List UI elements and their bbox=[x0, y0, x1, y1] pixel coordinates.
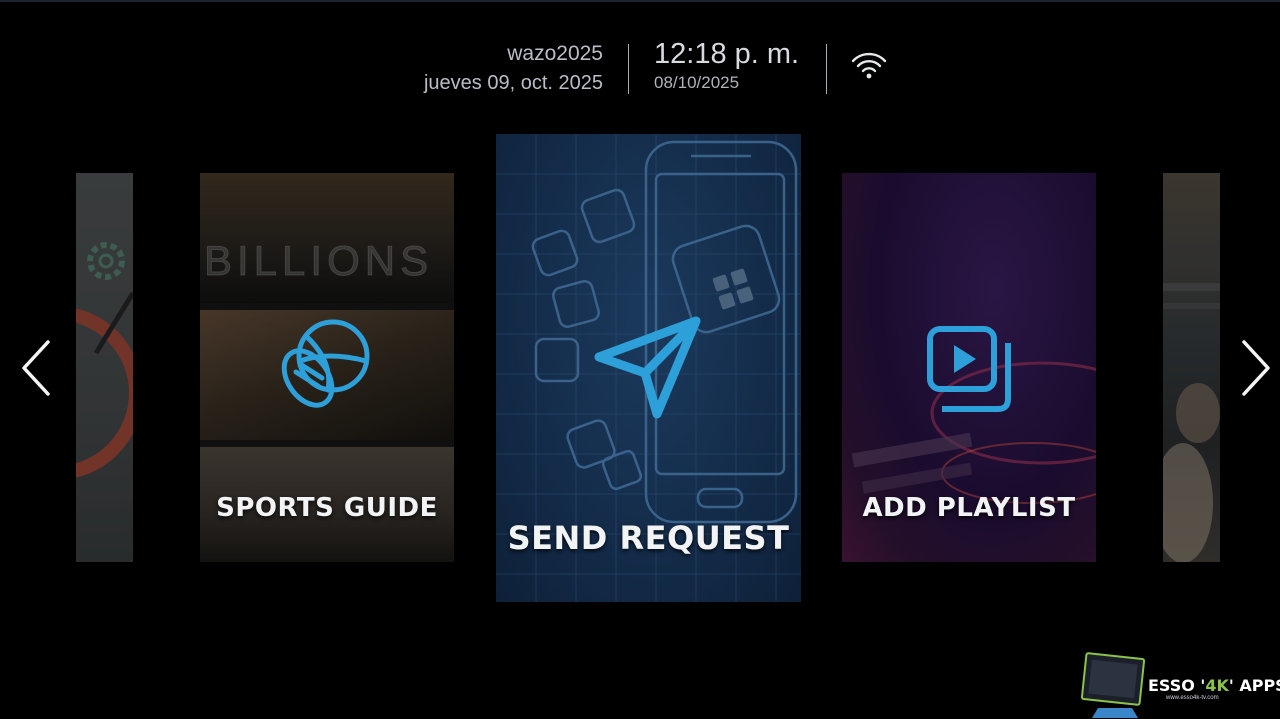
chevron-left-icon[interactable] bbox=[18, 338, 54, 398]
user-info: wazo2025 jueves 09, oct. 2025 bbox=[424, 40, 603, 98]
top-border bbox=[0, 0, 1280, 2]
brand-url: www.esso4k-tv.com bbox=[1166, 695, 1219, 701]
date-long: jueves 09, oct. 2025 bbox=[423, 72, 603, 94]
card-label: SEND REQUEST bbox=[507, 519, 790, 557]
brand-name: ESSO '4K' APPS bbox=[1148, 676, 1280, 695]
divider bbox=[826, 44, 827, 94]
card-send-request[interactable]: SEND REQUEST bbox=[496, 134, 801, 602]
username: wazo2025 bbox=[507, 42, 603, 65]
clock-time: 12:18 p. m. bbox=[654, 38, 800, 70]
card-settings-partial[interactable] bbox=[76, 173, 133, 562]
sports-ball-icon bbox=[281, 319, 370, 408]
chevron-right-icon[interactable] bbox=[1238, 338, 1274, 398]
card-overlay bbox=[1163, 173, 1220, 562]
status-header: wazo2025 jueves 09, oct. 2025 12:18 p. m… bbox=[0, 36, 1280, 106]
playlist-play-icon bbox=[927, 326, 1011, 412]
card-overlay bbox=[76, 173, 133, 562]
card-label: ADD PLAYLIST bbox=[862, 493, 1076, 523]
card-add-playlist[interactable]: ADD PLAYLIST bbox=[842, 173, 1096, 562]
brand-logo: ESSO '4K' APPS www.esso4k-tv.com bbox=[1080, 652, 1280, 719]
monitor-icon bbox=[1080, 652, 1146, 718]
clock-block: 12:18 p. m. 08/10/2025 bbox=[654, 36, 799, 94]
paper-plane-icon bbox=[594, 316, 701, 419]
card-sports-guide[interactable]: BILLIONS SPORTS GUIDE bbox=[200, 173, 454, 562]
date-short: 08/10/2025 bbox=[654, 73, 740, 92]
card-label: SPORTS GUIDE bbox=[216, 493, 438, 523]
wifi-icon bbox=[851, 52, 887, 79]
card-next-partial[interactable] bbox=[1163, 173, 1220, 562]
divider bbox=[628, 44, 629, 94]
